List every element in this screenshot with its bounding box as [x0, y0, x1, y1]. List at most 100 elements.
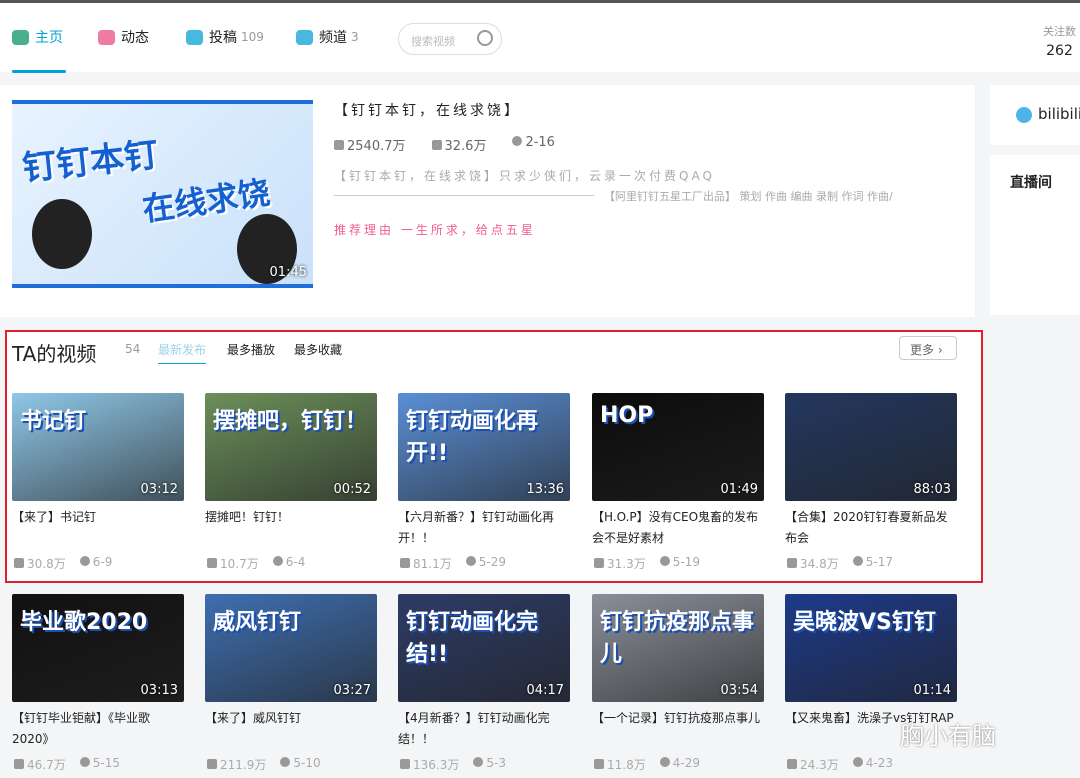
video-duration: 03:12: [140, 482, 178, 497]
video-title[interactable]: 【合集】2020钉钉春夏新品发布会: [785, 507, 955, 549]
video-thumbnail[interactable]: 毕业歌2020 03:13: [12, 594, 184, 702]
video-title[interactable]: 摆摊吧！钉钉！: [205, 507, 375, 528]
upload-date: 4-29: [672, 756, 700, 770]
thumb-text: 钉钉动画化完结!!: [406, 610, 539, 667]
play-count: 34.8万: [800, 557, 839, 571]
video-stats: 11.8万 4-29: [594, 756, 700, 773]
video-title[interactable]: 【来了】书记钉: [12, 507, 182, 528]
play-count: 10.7万: [220, 557, 259, 571]
home-icon: [12, 29, 29, 45]
tab-most-favorited[interactable]: 最多收藏: [294, 341, 342, 358]
recommend-reason: 推荐理由 一生所求，给点五星: [334, 223, 536, 237]
video-thumbnail[interactable]: 钉钉抗疫那点事儿 03:54: [592, 594, 764, 702]
video-title[interactable]: 【4月新番？】钉钉动画化完结！！: [398, 708, 568, 750]
search-input[interactable]: 搜索视频: [398, 23, 502, 55]
upload-date: 5-15: [92, 756, 120, 770]
video-duration: 00:52: [333, 482, 371, 497]
play-icon: [14, 759, 24, 769]
uploads-icon: [186, 29, 203, 45]
video-stats: 30.8万 6-9: [14, 555, 112, 572]
play-count: 211.9万: [220, 758, 267, 772]
featured-thumbnail[interactable]: 钉钉本钉 在线求饶 01:45: [12, 100, 313, 288]
video-title[interactable]: 【钉钉毕业钜献】《毕业歌2020》: [12, 708, 182, 750]
nav-label: 主页: [35, 30, 63, 46]
nav-count: 3: [351, 30, 359, 44]
upload-date: 5-17: [865, 555, 893, 569]
live-room-title: 直播间: [1010, 175, 1052, 191]
play-icon: [207, 759, 217, 769]
upload-date: 6-9: [92, 555, 113, 569]
play-icon: [594, 558, 604, 568]
nav-home[interactable]: 主页: [12, 27, 63, 47]
thumb-text: 钉钉抗疫那点事儿: [600, 610, 755, 667]
play-icon: [787, 558, 797, 568]
upload-date: 5-3: [486, 756, 506, 770]
play-count: 31.3万: [607, 557, 646, 571]
video-title[interactable]: 【六月新番？】钉钉动画化再开！！: [398, 507, 568, 549]
danmaku-count: 32.6万: [444, 139, 487, 154]
thumb-text: 威风钉钉: [213, 610, 302, 635]
video-duration: 03:27: [333, 683, 371, 698]
video-duration: 03:54: [720, 683, 758, 698]
following-stat[interactable]: 关注数 262: [1043, 23, 1076, 59]
video-thumbnail[interactable]: 吴晓波VS钉钉 01:14: [785, 594, 957, 702]
video-thumbnail[interactable]: 威风钉钉 03:27: [205, 594, 377, 702]
play-count: 2540.7万: [347, 139, 406, 154]
video-thumbnail[interactable]: 88:03: [785, 393, 957, 501]
clock-icon: [852, 556, 863, 566]
thumb-text: HOP: [600, 403, 654, 428]
divider: [334, 195, 594, 196]
play-count: 46.7万: [27, 758, 66, 772]
clock-icon: [272, 556, 283, 566]
video-title[interactable]: 【来了】威风钉钉: [205, 708, 375, 729]
play-count: 136.3万: [413, 758, 460, 772]
video-title[interactable]: 【H.O.P】没有CEO鬼畜的发布会不是好素材: [592, 507, 762, 549]
video-thumbnail[interactable]: 摆摊吧，钉钉！ 00:52: [205, 393, 377, 501]
play-icon: [787, 759, 797, 769]
video-stats: 10.7万 6-4: [207, 555, 305, 572]
clock-icon: [659, 757, 670, 767]
upload-date: 5-10: [293, 756, 321, 770]
clock-icon: [79, 757, 90, 767]
video-thumbnail[interactable]: HOP 01:49: [592, 393, 764, 501]
featured-title[interactable]: 【钉钉本钉，在线求饶】: [334, 100, 521, 120]
upload-date: 5-29: [478, 555, 506, 569]
play-icon: [400, 558, 410, 568]
featured-video: 钉钉本钉 在线求饶 01:45 【钉钉本钉，在线求饶】 2540.7万 32.6…: [0, 85, 975, 317]
nav-uploads[interactable]: 投稿 109: [186, 27, 264, 47]
search-icon[interactable]: [477, 30, 493, 46]
nav-dynamic[interactable]: 动态: [98, 27, 149, 47]
thumb-text: 钉钉动画化再开!!: [406, 409, 539, 466]
channel-icon: [296, 29, 313, 45]
nav-label: 动态: [121, 30, 149, 46]
nav-count: 109: [241, 30, 264, 44]
video-title[interactable]: 【一个记录】钉钉抗疫那点事儿: [592, 708, 762, 729]
featured-description: 【钉钉本钉，在线求饶】只求少侠们，云录一次付费QAQ: [334, 169, 715, 183]
video-thumbnail[interactable]: 钉钉动画化完结!! 04:17: [398, 594, 570, 702]
tab-latest[interactable]: 最新发布: [158, 341, 207, 364]
upload-date: 2-16: [525, 135, 555, 150]
following-label: 关注数: [1043, 25, 1076, 38]
video-thumbnail[interactable]: 钉钉动画化再开!! 13:36: [398, 393, 570, 501]
video-thumbnail[interactable]: 书记钉 03:12: [12, 393, 184, 501]
video-duration: 01:45: [269, 265, 307, 280]
play-count: 30.8万: [27, 557, 66, 571]
video-stats: 34.8万 5-17: [787, 555, 893, 572]
clock-icon: [465, 556, 476, 566]
live-room-card: 直播间: [990, 155, 1080, 315]
video-stats: 211.9万 5-10: [207, 756, 321, 773]
section-title: TA的视频: [12, 342, 97, 366]
featured-credits: 【阿里钉钉五星工厂出品】 策划 作曲 编曲 录制 作词 作曲/: [604, 190, 893, 203]
clock-icon: [659, 556, 670, 566]
tab-most-played[interactable]: 最多播放: [227, 341, 275, 358]
clock-icon: [79, 556, 90, 566]
more-button[interactable]: 更多 ›: [899, 336, 957, 360]
thumb-text: 钉钉本钉: [20, 134, 161, 189]
video-stats: 31.3万 5-19: [594, 555, 700, 572]
nav-channels[interactable]: 频道 3: [296, 27, 359, 47]
play-icon: [400, 759, 410, 769]
play-count: 11.8万: [607, 758, 646, 772]
following-count: 262: [1046, 43, 1073, 59]
play-icon: [14, 558, 24, 568]
more-label: 更多: [910, 343, 935, 357]
